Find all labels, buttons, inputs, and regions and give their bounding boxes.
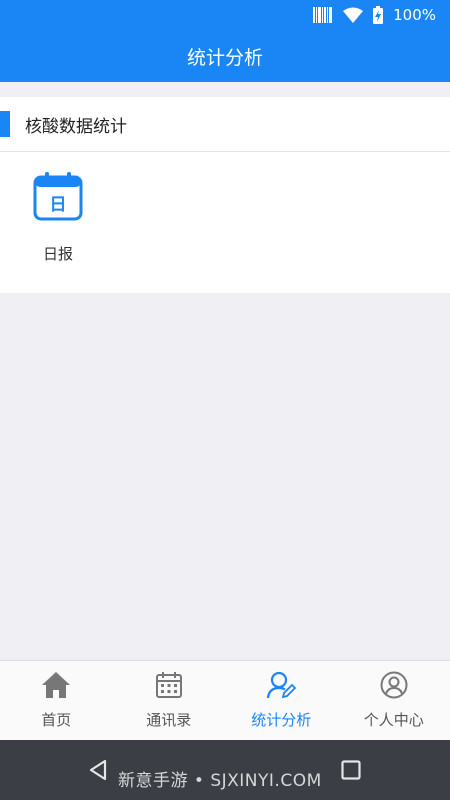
calendar-day-char: 日 (50, 195, 67, 215)
nav-item-contacts[interactable]: 通讯录 (113, 661, 226, 741)
nav-label-contacts: 通讯录 (146, 711, 192, 729)
square-recents-icon[interactable] (341, 760, 361, 784)
nav-item-home[interactable]: 首页 (0, 661, 113, 741)
user-edit-icon (266, 671, 297, 703)
bottom-nav: 首页 通讯录 统计分析 个人中心 (0, 660, 450, 741)
status-icons: 100% (313, 0, 436, 30)
section-title: 核酸数据统计 (25, 116, 127, 137)
home-icon (41, 671, 71, 703)
app-bar: 统计分析 (0, 30, 450, 82)
nav-label-home: 首页 (41, 711, 72, 729)
daily-report-item[interactable]: 日 日报 (22, 171, 94, 271)
nav-label-statistics: 统计分析 (251, 711, 312, 729)
nav-item-profile[interactable]: 个人中心 (338, 661, 450, 741)
page-title: 统计分析 (186, 46, 263, 69)
calendar-day-icon: 日 (32, 171, 84, 227)
wifi-icon (343, 7, 364, 23)
status-bar: 100% (0, 0, 450, 30)
watermark-text: 新意手游 • SJXINYI.COM (118, 771, 322, 791)
nav-item-statistics[interactable]: 统计分析 (225, 661, 338, 741)
statistics-card: 核酸数据统计 日 日报 (0, 97, 450, 293)
back-icon[interactable] (88, 759, 108, 785)
daily-report-label: 日报 (42, 245, 73, 263)
battery-icon (373, 6, 384, 24)
calendar-icon (155, 671, 183, 703)
profile-icon (380, 671, 408, 703)
section-accent-bar (0, 111, 10, 137)
barcode-icon (313, 6, 333, 24)
section-header: 核酸数据统计 (0, 97, 450, 152)
nav-label-profile: 个人中心 (363, 711, 424, 729)
system-nav-bar: 新意手游 • SJXINYI.COM (0, 740, 450, 800)
battery-percent: 100% (393, 6, 436, 24)
